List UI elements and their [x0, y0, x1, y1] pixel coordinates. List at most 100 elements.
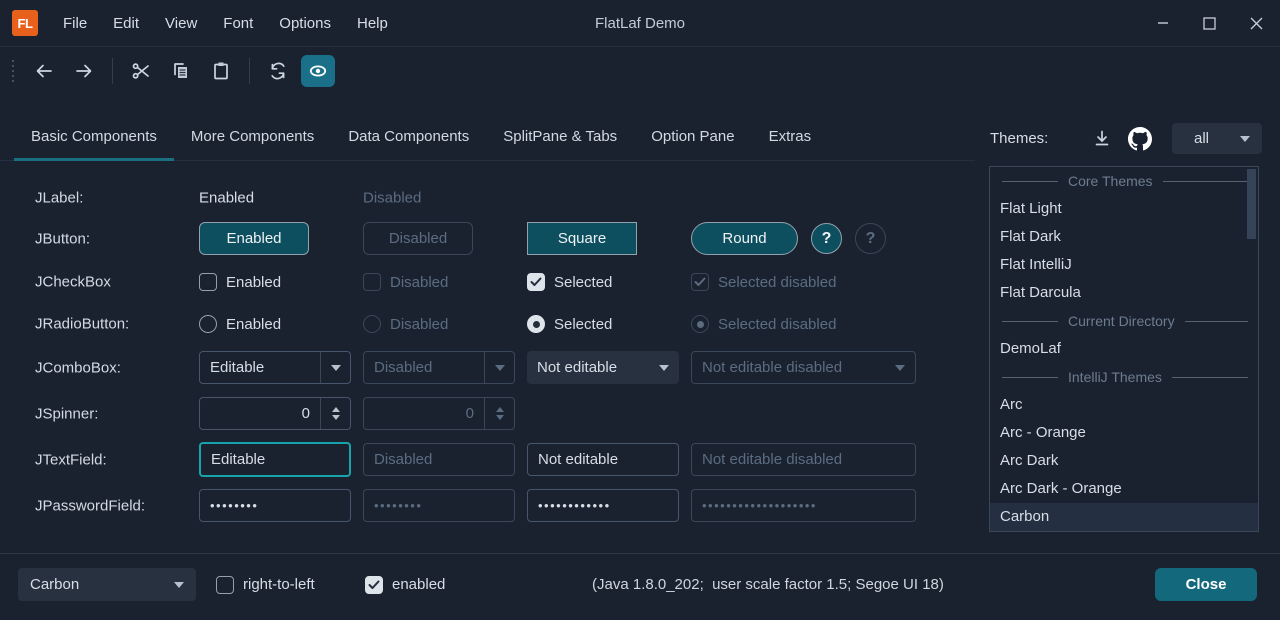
theme-filter-combobox[interactable]: all [1172, 123, 1262, 154]
combobox-value: Not editable [527, 359, 649, 376]
theme-item-arc[interactable]: Arc [990, 391, 1258, 419]
radio-disabled: Disabled [363, 315, 448, 333]
enabled-checkbox[interactable]: enabled [365, 568, 445, 601]
enabled-button[interactable]: Enabled [199, 222, 309, 255]
combobox-disabled: Disabled [363, 351, 515, 384]
tab-more-components[interactable]: More Components [174, 116, 331, 161]
checkbox-disabled: Disabled [363, 273, 448, 291]
jspinner-row-label: JSpinner: [35, 406, 98, 423]
combobox-not-editable-disabled: Not editable disabled [691, 351, 916, 384]
theme-item-arc-dark-orange[interactable]: Arc Dark - Orange [990, 475, 1258, 503]
theme-item-arc-orange[interactable]: Arc - Orange [990, 419, 1258, 447]
theme-selector-value: Carbon [18, 576, 162, 593]
theme-item-carbon[interactable]: Carbon [990, 503, 1258, 531]
close-icon [1250, 17, 1263, 30]
menu-view[interactable]: View [152, 0, 210, 47]
scrollbar-thumb[interactable] [1247, 169, 1256, 239]
cut-button[interactable] [124, 55, 158, 87]
combobox-not-editable[interactable]: Not editable [527, 351, 679, 384]
help-button[interactable]: ? [811, 223, 842, 254]
passwordfield-editable[interactable]: •••••••• [199, 489, 351, 522]
tab-extras[interactable]: Extras [752, 116, 829, 161]
back-button[interactable] [27, 55, 61, 87]
theme-item-flat-intellij[interactable]: Flat IntelliJ [990, 251, 1258, 279]
checkbox-enabled[interactable]: Enabled [199, 273, 281, 291]
check-icon [694, 277, 706, 287]
radio-label: Enabled [226, 316, 281, 333]
combobox-arrow-button[interactable] [320, 352, 350, 383]
toolbar-separator [112, 58, 113, 84]
toolbar-grip[interactable] [12, 60, 14, 82]
flatlaf-demo-window: FL File Edit View Font Options Help Flat… [0, 0, 1280, 620]
theme-item-arc-dark[interactable]: Arc Dark [990, 447, 1258, 475]
spinner-enabled[interactable]: 0 [199, 397, 351, 430]
combobox-arrow-button[interactable] [649, 351, 679, 384]
square-button[interactable]: Square [527, 222, 637, 255]
combobox-editable[interactable]: Editable [199, 351, 351, 384]
titlebar: FL File Edit View Font Options Help Flat… [0, 0, 1280, 47]
jlabel-enabled: Enabled [199, 190, 254, 207]
right-to-left-checkbox[interactable]: right-to-left [216, 568, 315, 601]
combobox-value[interactable]: Editable [200, 359, 320, 376]
checkbox-box [216, 576, 234, 594]
cut-icon [131, 61, 151, 81]
menu-help[interactable]: Help [344, 0, 401, 47]
chevron-down-icon [332, 415, 340, 420]
themes-title: Themes: [990, 130, 1048, 147]
menu-edit[interactable]: Edit [100, 0, 152, 47]
radio-selected[interactable]: Selected [527, 315, 612, 333]
spinner-value[interactable]: 0 [200, 405, 320, 422]
passwordfield-not-editable[interactable]: •••••••••••• [527, 489, 679, 522]
show-hidden-toggle-button[interactable] [301, 55, 335, 87]
chevron-down-icon [895, 365, 905, 371]
separator-label: IntelliJ Themes [1068, 369, 1162, 385]
radio-label: Selected [554, 316, 612, 333]
checkbox-selected[interactable]: Selected [527, 273, 612, 291]
theme-item-flat-darcula[interactable]: Flat Darcula [990, 279, 1258, 307]
copy-button[interactable] [164, 55, 198, 87]
refresh-button[interactable] [261, 55, 295, 87]
check-icon [368, 580, 380, 590]
theme-item-flat-dark[interactable]: Flat Dark [990, 223, 1258, 251]
close-button[interactable]: Close [1155, 568, 1257, 601]
textfield-editable[interactable]: Editable [199, 442, 351, 477]
window-title: FlatLaf Demo [595, 15, 685, 32]
menu-options[interactable]: Options [266, 0, 344, 47]
radio-enabled[interactable]: Enabled [199, 315, 281, 333]
close-window-button[interactable] [1233, 0, 1280, 46]
tab-splitpane-tabs[interactable]: SplitPane & Tabs [486, 116, 634, 161]
list-separator: Core Themes [990, 167, 1258, 195]
chevron-up-icon [332, 407, 340, 412]
check-icon [530, 277, 542, 287]
paste-button[interactable] [204, 55, 238, 87]
checkbox-box [199, 273, 217, 291]
download-themes-button[interactable] [1086, 124, 1118, 154]
status-text: (Java 1.8.0_202; user scale factor 1.5; … [592, 568, 944, 601]
chevron-down-icon [174, 582, 184, 588]
theme-item-demolaf[interactable]: DemoLaf [990, 335, 1258, 363]
jcheckbox-row-label: JCheckBox [35, 274, 111, 291]
tab-basic-components[interactable]: Basic Components [14, 116, 174, 161]
minimize-button[interactable] [1139, 0, 1186, 46]
forward-button[interactable] [67, 55, 101, 87]
textfield-not-editable[interactable]: Not editable [527, 443, 679, 476]
menu-file[interactable]: File [50, 0, 100, 47]
eye-icon [308, 61, 328, 81]
theme-item-flat-light[interactable]: Flat Light [990, 195, 1258, 223]
github-icon [1128, 127, 1152, 151]
round-button[interactable]: Round [691, 222, 798, 255]
tab-option-pane[interactable]: Option Pane [634, 116, 751, 161]
maximize-button[interactable] [1186, 0, 1233, 46]
menu-font[interactable]: Font [210, 0, 266, 47]
github-button[interactable] [1124, 124, 1156, 154]
radio-circle [527, 315, 545, 333]
chevron-down-icon [495, 365, 505, 371]
window-controls [1139, 0, 1280, 46]
combobox-arrow-button[interactable] [162, 582, 196, 588]
theme-selector-combobox[interactable]: Carbon [18, 568, 196, 601]
checkbox-box [691, 273, 709, 291]
spinner-buttons[interactable] [320, 398, 350, 429]
tab-data-components[interactable]: Data Components [331, 116, 486, 161]
forward-icon [74, 61, 94, 81]
minimize-icon [1157, 17, 1169, 29]
